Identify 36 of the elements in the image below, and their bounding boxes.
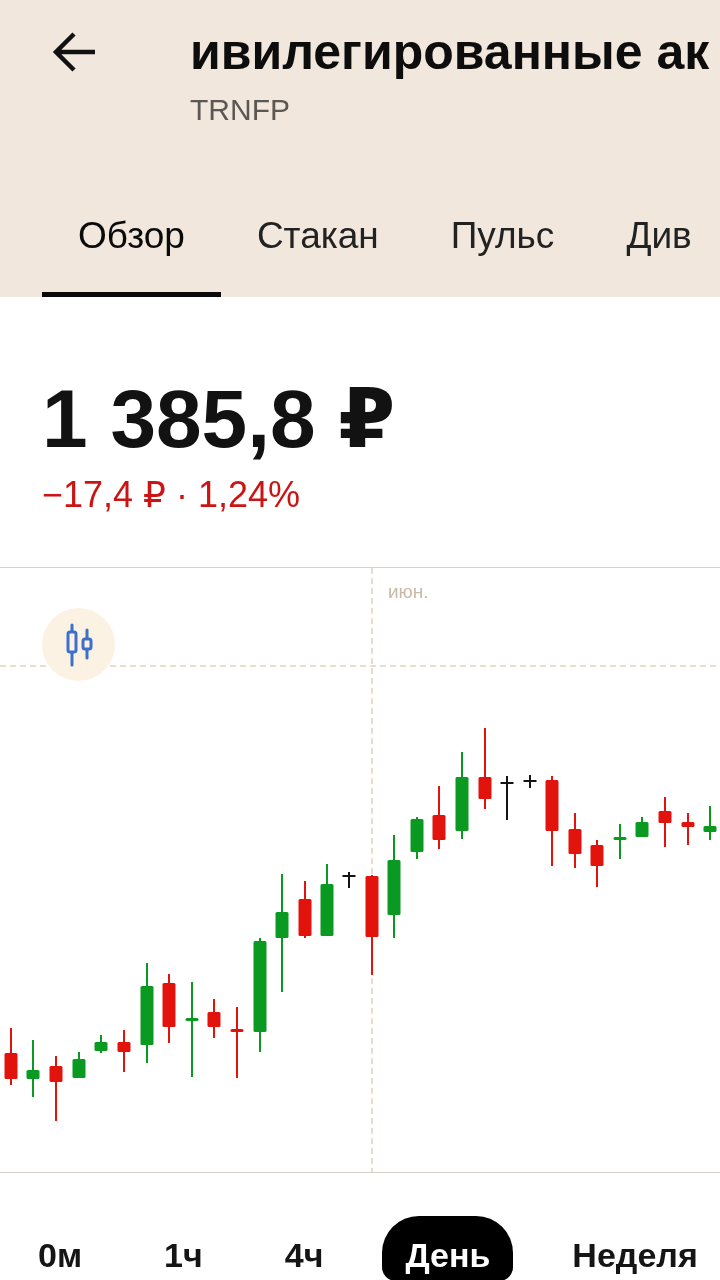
falling-candle: [207, 998, 221, 1039]
falling-candle: [432, 785, 446, 850]
falling-candle: [590, 839, 604, 888]
rising-candle: [72, 1051, 86, 1079]
tab[interactable]: Пульс: [414, 190, 591, 297]
timeframe-tab[interactable]: 0м: [15, 1216, 106, 1280]
month-label: июн.: [388, 582, 429, 601]
falling-candle: [117, 1029, 131, 1073]
rising-candle: [703, 805, 717, 841]
timeframe-tab[interactable]: 1ч: [141, 1216, 226, 1280]
falling-candle: [162, 973, 176, 1044]
doji-candle: [341, 871, 357, 889]
back-arrow-icon: [52, 32, 96, 72]
timeframe-tab[interactable]: День: [382, 1216, 514, 1280]
timeframe-tab[interactable]: Неделя: [549, 1216, 698, 1280]
falling-candle: [298, 880, 312, 939]
rising-candle: [635, 816, 649, 838]
falling-candle: [49, 1055, 63, 1122]
instrument-title: ивилегированные ак: [190, 27, 710, 77]
tab[interactable]: Обзор: [42, 190, 221, 297]
falling-candle: [4, 1027, 18, 1086]
doji-candle: [522, 774, 538, 789]
falling-candle: [658, 796, 672, 848]
tab[interactable]: Див: [590, 190, 692, 297]
price-change: −17,4 ₽ · 1,24%: [42, 477, 301, 513]
price-value: 1 385,8 ₽: [42, 378, 396, 460]
rising-candle: [410, 816, 424, 860]
rising-candle: [26, 1039, 40, 1098]
falling-candle: [568, 812, 582, 869]
tab[interactable]: Стакан: [220, 190, 415, 297]
rising-candle: [94, 1034, 108, 1054]
ticker-symbol: TRNFP: [190, 95, 290, 125]
timeframe-tab[interactable]: 4ч: [261, 1216, 347, 1280]
falling-candle: [681, 812, 695, 846]
doji-candle: [499, 775, 515, 821]
rising-candle: [613, 823, 627, 860]
